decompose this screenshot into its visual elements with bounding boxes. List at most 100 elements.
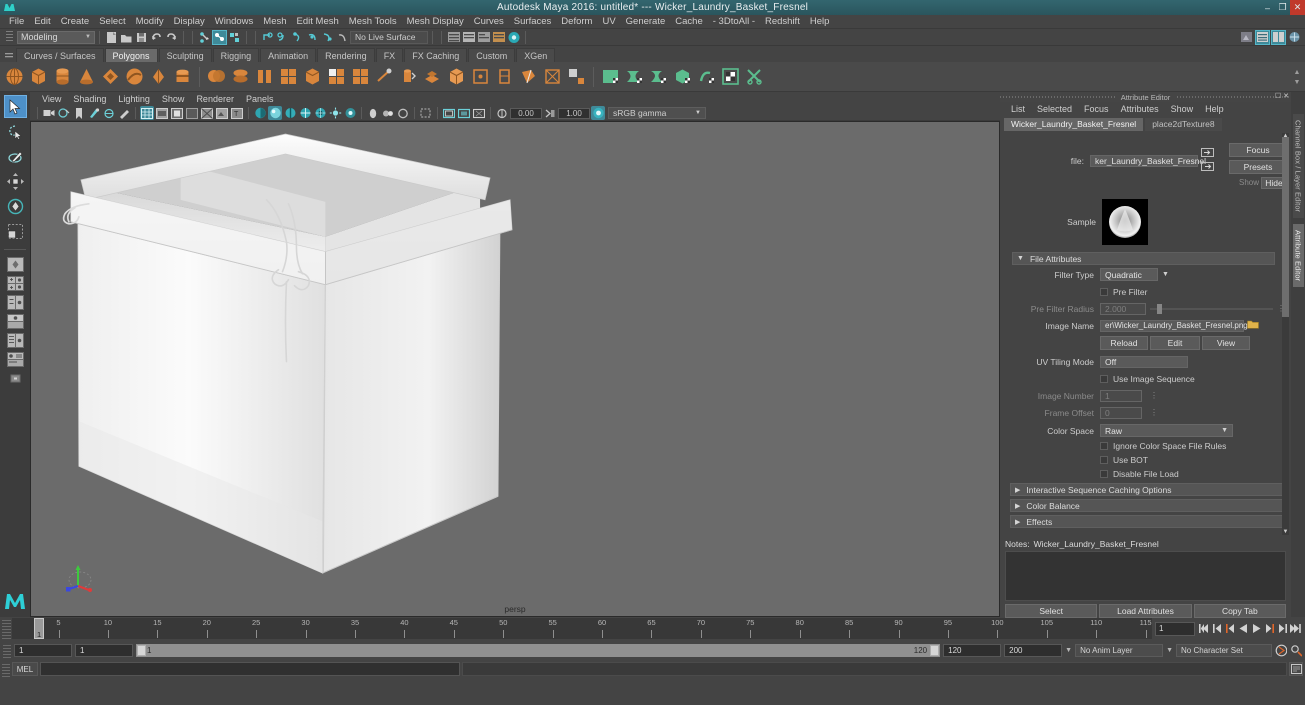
wedge-face-icon[interactable] bbox=[398, 66, 419, 87]
menu-surfaces[interactable]: Surfaces bbox=[509, 15, 557, 29]
shelf-tab-rendering[interactable]: Rendering bbox=[317, 48, 375, 62]
combine-icon[interactable] bbox=[254, 66, 275, 87]
viewport-menu-view[interactable]: View bbox=[36, 92, 67, 106]
command-input[interactable] bbox=[40, 662, 460, 676]
filter-type-select[interactable]: Quadratic bbox=[1100, 268, 1158, 281]
gamma-icon[interactable] bbox=[543, 106, 557, 120]
menu-cache[interactable]: Cache bbox=[670, 15, 707, 29]
scroll-down-icon[interactable]: ▼ bbox=[1282, 529, 1289, 535]
range-start-field[interactable]: 1 bbox=[75, 643, 133, 657]
view-button[interactable]: View bbox=[1202, 336, 1250, 350]
edit-button[interactable]: Edit bbox=[1150, 336, 1200, 350]
menu-edit[interactable]: Edit bbox=[29, 15, 55, 29]
multi-cut-icon[interactable] bbox=[494, 66, 515, 87]
menu-curves[interactable]: Curves bbox=[469, 15, 509, 29]
smooth-shade-selected-icon[interactable] bbox=[170, 106, 184, 120]
reload-button[interactable]: Reload bbox=[1100, 336, 1148, 350]
polygon-sphere-icon[interactable] bbox=[4, 66, 25, 87]
polygon-cylinder-icon[interactable] bbox=[52, 66, 73, 87]
shelf-tab-fx[interactable]: FX bbox=[375, 48, 404, 62]
menu-help[interactable]: Help bbox=[805, 15, 835, 29]
xray-icon[interactable] bbox=[343, 106, 357, 120]
script-language-button[interactable]: MEL bbox=[12, 662, 38, 676]
snap-to-projected-center-icon[interactable] bbox=[305, 30, 320, 45]
uv-unfold-icon[interactable] bbox=[696, 66, 717, 87]
maximize-button[interactable]: ❐ bbox=[1275, 0, 1290, 15]
go-to-input-icon[interactable] bbox=[1201, 147, 1214, 160]
range-end-field[interactable]: 120 bbox=[943, 643, 1002, 657]
shaded-wireframe-icon[interactable] bbox=[200, 106, 214, 120]
uv-tiling-mode-select[interactable]: Off bbox=[1100, 355, 1188, 368]
go-to-start-icon[interactable] bbox=[1198, 622, 1210, 636]
poly-split-icon[interactable] bbox=[566, 66, 587, 87]
bookmark-icon[interactable] bbox=[72, 106, 86, 120]
attribute-editor-toggle-icon[interactable] bbox=[1287, 30, 1302, 45]
gate-mask-icon[interactable] bbox=[442, 106, 456, 120]
menu-display[interactable]: Display bbox=[169, 15, 210, 29]
layout-four-view-icon[interactable] bbox=[4, 256, 27, 273]
go-to-output-icon[interactable] bbox=[1201, 161, 1214, 174]
show-layer-editor-icon[interactable] bbox=[461, 30, 476, 45]
step-back-frame-icon[interactable] bbox=[1224, 622, 1236, 636]
anim-layer-selector[interactable]: No Anim Layer bbox=[1075, 643, 1164, 657]
image-number-input[interactable]: 1 bbox=[1100, 389, 1142, 402]
poly-cube-orange-icon[interactable] bbox=[446, 66, 467, 87]
color-space-select[interactable]: Raw ▼ bbox=[1100, 424, 1233, 437]
layout-two-pane-icon[interactable] bbox=[4, 294, 27, 311]
close-panel-icon[interactable]: ✕ bbox=[1283, 92, 1289, 100]
layout-single-icon[interactable] bbox=[4, 313, 27, 330]
shelf-tab-fx-caching[interactable]: FX Caching bbox=[404, 48, 468, 62]
viewport-menu-panels[interactable]: Panels bbox=[240, 92, 280, 106]
polygon-torus-icon[interactable] bbox=[100, 66, 121, 87]
texture-sample-swatch[interactable] bbox=[1102, 199, 1148, 245]
pre-filter-radius-slider[interactable] bbox=[1150, 303, 1273, 314]
exposure-field[interactable]: 0.00 bbox=[510, 107, 542, 119]
shelf-tab-polygons[interactable]: Polygons bbox=[104, 48, 158, 62]
range-slider[interactable]: 1 120 bbox=[136, 643, 941, 657]
time-slider[interactable]: 1 5 10 15 20 25 30 35 40 45 50 55 60 65 70 75 80 85 90 95 1… bbox=[12, 618, 1152, 639]
boolean-difference-icon[interactable] bbox=[230, 66, 251, 87]
menu-create[interactable]: Create bbox=[56, 15, 95, 29]
menu-edit-mesh[interactable]: Edit Mesh bbox=[292, 15, 344, 29]
step-forward-frame-icon[interactable] bbox=[1263, 622, 1275, 636]
ignore-color-space-rules-checkbox[interactable] bbox=[1100, 442, 1108, 450]
folder-browse-icon[interactable] bbox=[1247, 319, 1259, 332]
pre-filter-checkbox[interactable] bbox=[1100, 287, 1108, 296]
channel-box-toggle-icon[interactable] bbox=[1255, 29, 1270, 45]
use-image-sequence-checkbox[interactable] bbox=[1100, 374, 1108, 383]
append-polygon-icon[interactable] bbox=[374, 66, 395, 87]
multisample-aa-icon[interactable] bbox=[298, 106, 312, 120]
image-number-stepper[interactable]: ⋮ bbox=[1150, 391, 1158, 400]
scale-tool-icon[interactable] bbox=[4, 220, 27, 243]
select-by-component-icon[interactable] bbox=[227, 30, 242, 45]
viewport-menu-show[interactable]: Show bbox=[156, 92, 191, 106]
uv-planar-icon[interactable] bbox=[600, 66, 621, 87]
bevel-icon[interactable] bbox=[302, 66, 323, 87]
snap-to-view-plane-icon[interactable] bbox=[320, 30, 335, 45]
status-line-handle-icon[interactable] bbox=[2, 30, 17, 45]
snap-to-grid-icon[interactable] bbox=[260, 30, 275, 45]
ae-tab-place2dtexture[interactable]: place2dTexture8 bbox=[1145, 118, 1222, 131]
section-color-balance[interactable]: ▶ Color Balance bbox=[1010, 499, 1287, 512]
dock-tab-channel-box[interactable]: Channel Box / Layer Editor bbox=[1292, 114, 1304, 219]
shadows-icon[interactable] bbox=[253, 106, 267, 120]
smooth-icon[interactable] bbox=[278, 66, 299, 87]
exposure-icon[interactable] bbox=[495, 106, 509, 120]
menu-3dtoall[interactable]: - 3DtoAll - bbox=[708, 15, 760, 29]
viewport-menu-lighting[interactable]: Lighting bbox=[112, 92, 156, 106]
boolean-union-icon[interactable] bbox=[206, 66, 227, 87]
show-channel-box-icon[interactable] bbox=[446, 30, 461, 45]
use-all-lights-icon[interactable]: T bbox=[230, 106, 244, 120]
select-tool-icon[interactable] bbox=[3, 95, 27, 118]
chevron-down-icon[interactable]: ▼ bbox=[1065, 647, 1072, 654]
disable-file-load-checkbox[interactable] bbox=[1100, 470, 1108, 478]
new-scene-icon[interactable] bbox=[104, 30, 119, 45]
texture-display-icon[interactable] bbox=[215, 106, 229, 120]
layer-editor-toggle-icon[interactable] bbox=[1271, 29, 1286, 45]
live-surface-field[interactable]: No Live Surface bbox=[350, 30, 428, 44]
attribute-editor-scrollbar[interactable]: ▲ ▼ bbox=[1282, 133, 1289, 535]
show-attribute-editor-icon[interactable] bbox=[476, 30, 491, 45]
menu-uv[interactable]: UV bbox=[597, 15, 620, 29]
resolution-gate-icon[interactable] bbox=[457, 106, 471, 120]
use-bot-checkbox[interactable] bbox=[1100, 456, 1108, 464]
